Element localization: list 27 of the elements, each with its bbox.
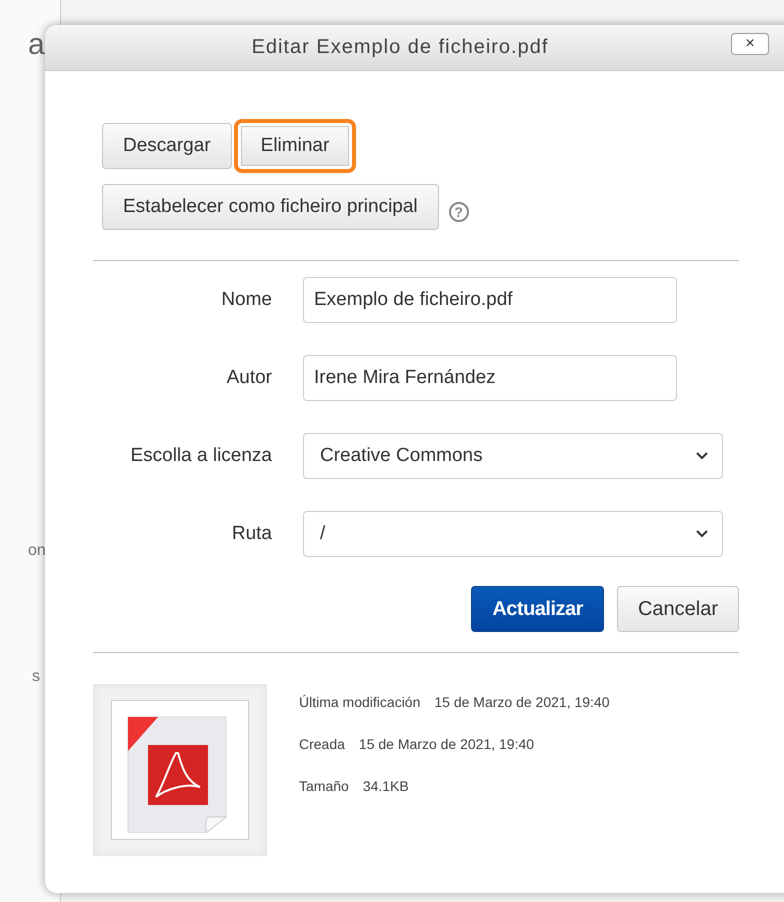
info-value: 34.1KB [362, 778, 409, 794]
chevron-down-icon [696, 452, 708, 460]
page-text-fragment: a [28, 28, 45, 62]
info-label: Última modificación [299, 694, 420, 710]
field-label: Autor [226, 367, 272, 389]
info-label: Creada [299, 736, 345, 752]
dropdown[interactable]: Creative Commons [303, 433, 723, 479]
input-field[interactable]: Irene Mira Fernández [303, 355, 677, 401]
field-label: Nome [220, 289, 272, 311]
dialog-title: Editar Exemplo de ficheiro.pdf [252, 36, 548, 59]
input-field[interactable]: Exemplo de ficheiro.pdf [303, 277, 677, 323]
close-button[interactable]: × [731, 33, 769, 55]
action-button[interactable]: Descargar [102, 123, 232, 169]
chevron-down-icon [696, 530, 708, 538]
info-label: Tamaño [299, 778, 349, 794]
cancel-button[interactable]: Cancelar [616, 586, 739, 632]
update-button[interactable]: Actualizar [471, 586, 604, 632]
field-label: Ruta [230, 523, 272, 545]
info-value: 15 de Marzo de 2021, 19:40 [358, 736, 534, 752]
field-label: Escolla a licenza [129, 445, 272, 467]
page-text-fragment: on [28, 542, 46, 560]
help-icon[interactable]: ? [448, 202, 469, 222]
page-text-fragment: s [32, 668, 40, 686]
set-main-file-button[interactable]: Estabelecer como ficheiro principal [102, 184, 439, 230]
info-value: 15 de Marzo de 2021, 19:40 [434, 694, 610, 710]
pdf-file-icon [111, 700, 249, 840]
dropdown[interactable]: / [303, 511, 723, 557]
